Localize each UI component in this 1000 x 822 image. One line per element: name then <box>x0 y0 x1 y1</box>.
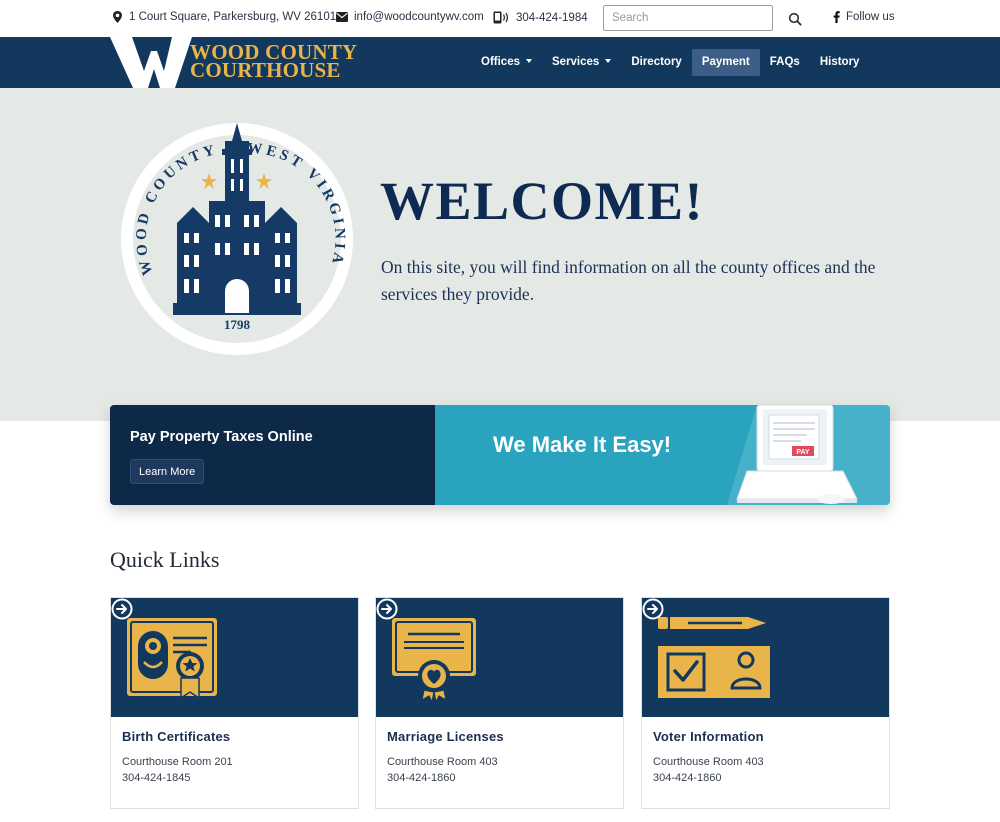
logo-line-2: COURTHOUSE <box>190 58 341 82</box>
property-tax-banner[interactable]: Pay Property Taxes Online Learn More We … <box>110 405 890 505</box>
nav-menu: Offices Services Directory Payment FAQs … <box>471 49 869 76</box>
quick-link-card-marriage-licenses[interactable]: Marriage Licenses Courthouse Room 403 30… <box>375 597 624 809</box>
nav-item-services[interactable]: Services <box>542 49 621 76</box>
learn-more-button[interactable]: Learn More <box>130 459 205 484</box>
nav-item-offices[interactable]: Offices <box>471 49 542 76</box>
main-navbar: WOOD COUNTY COURTHOUSE Offices Services … <box>0 37 1000 88</box>
follow-us-label[interactable]: Follow us <box>846 11 895 23</box>
card-location: Courthouse Room 403 <box>653 756 764 768</box>
card-location: Courthouse Room 201 <box>122 756 233 768</box>
email-link[interactable]: info@woodcountywv.com <box>354 11 484 23</box>
marriage-license-icon <box>392 618 476 704</box>
hero-section: WOOD COUNTY WEST VIRGINIA 1798 WELCOME! … <box>0 88 1000 421</box>
caret-down-icon <box>605 58 612 63</box>
search-icon[interactable] <box>787 11 803 27</box>
arrow-circle-right-icon[interactable] <box>111 598 133 620</box>
quick-link-card-voter-information[interactable]: Voter Information Courthouse Room 403 30… <box>641 597 890 809</box>
nav-item-faqs[interactable]: FAQs <box>760 49 810 76</box>
mobile-phone-icon <box>493 11 508 24</box>
banner-slogan: We Make It Easy! <box>493 432 672 457</box>
nav-item-label: Offices <box>481 56 520 68</box>
utility-bar: 1 Court Square, Parkersburg, WV 26101 in… <box>0 0 1000 37</box>
banner-title: Pay Property Taxes Online <box>130 429 313 445</box>
nav-item-label: Services <box>552 56 600 68</box>
follow-us-link[interactable]: Follow us <box>833 11 895 23</box>
voter-information-icon <box>658 617 770 698</box>
birth-certificate-icon <box>127 618 217 700</box>
phone-number[interactable]: 304-424-1984 <box>516 12 588 24</box>
card-location: Courthouse Room 403 <box>387 756 498 768</box>
arrow-circle-right-icon[interactable] <box>642 598 664 620</box>
nav-item-payment[interactable]: Payment <box>691 49 760 76</box>
nav-item-label: Directory <box>631 56 682 68</box>
nav-item-label: FAQs <box>769 56 800 68</box>
welcome-text: On this site, you will find information … <box>381 257 876 304</box>
card-image <box>376 598 623 717</box>
card-title[interactable]: Birth Certificates <box>122 729 230 744</box>
address-item: 1 Court Square, Parkersburg, WV 26101 <box>112 11 336 23</box>
card-image <box>642 598 889 717</box>
card-title[interactable]: Voter Information <box>653 729 764 744</box>
email-item[interactable]: info@woodcountywv.com <box>336 11 484 23</box>
facebook-icon <box>833 11 840 23</box>
banner-right-panel: We Make It Easy! PAY <box>435 405 890 505</box>
card-phone: 304-424-1860 <box>653 772 722 784</box>
search-input[interactable] <box>603 5 773 31</box>
quick-link-card-birth-certificates[interactable]: Birth Certificates Courthouse Room 201 3… <box>110 597 359 809</box>
welcome-heading: WELCOME! <box>380 171 705 231</box>
caret-down-icon <box>526 58 532 63</box>
banner-left-panel: Pay Property Taxes Online Learn More <box>110 405 435 505</box>
envelope-icon <box>336 12 348 22</box>
pay-label: PAY <box>796 449 810 456</box>
quick-links-heading: Quick Links <box>110 547 220 572</box>
card-phone: 304-424-1860 <box>387 772 456 784</box>
card-phone: 304-424-1845 <box>122 772 191 784</box>
card-title[interactable]: Marriage Licenses <box>387 729 504 744</box>
address-text: 1 Court Square, Parkersburg, WV 26101 <box>129 11 337 23</box>
w-logo-mark <box>110 37 192 88</box>
arrow-circle-right-icon[interactable] <box>376 598 398 620</box>
county-seal: WOOD COUNTY WEST VIRGINIA 1798 <box>121 123 353 355</box>
seal-year: 1798 <box>224 317 251 332</box>
nav-item-directory[interactable]: Directory <box>621 49 692 76</box>
nav-item-label: Payment <box>701 56 750 68</box>
logo-wordmark: WOOD COUNTY COURTHOUSE <box>190 42 357 82</box>
phone-item[interactable]: 304-424-1984 <box>493 11 588 24</box>
map-pin-icon <box>113 11 122 23</box>
laptop-illustration: PAY <box>727 405 890 505</box>
nav-item-history[interactable]: History <box>810 49 870 76</box>
nav-item-label: History <box>819 56 860 68</box>
card-image <box>111 598 358 717</box>
